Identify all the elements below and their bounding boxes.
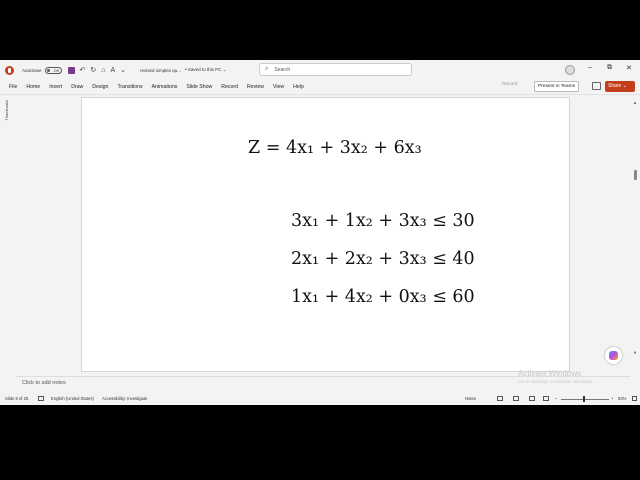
ribbon-divider bbox=[0, 94, 640, 95]
zoom-level[interactable]: 83% bbox=[618, 396, 626, 401]
constraint-3[interactable]: 1x₁ + 4x₂ + 0x₃ ≤ 60 bbox=[291, 287, 475, 307]
scroll-down-icon[interactable]: ▼ bbox=[633, 350, 637, 355]
thumbnails-label: Thumbnails bbox=[4, 100, 9, 121]
spelling-icon[interactable] bbox=[38, 396, 44, 401]
redo-icon[interactable]: ↻ bbox=[90, 66, 96, 74]
zoom-slider-handle[interactable] bbox=[583, 396, 585, 402]
menu-help[interactable]: Help bbox=[293, 84, 304, 90]
save-icon[interactable] bbox=[67, 66, 75, 74]
menu-design[interactable]: Design bbox=[92, 84, 108, 90]
vertical-scrollbar[interactable]: ▲ ▼ bbox=[633, 100, 637, 360]
notes-button[interactable]: Notes bbox=[465, 396, 476, 401]
powerpoint-window: AutoSave Off ↶ ↻ ⌂ A ⌄ revised simplex q… bbox=[0, 60, 640, 405]
scroll-up-icon[interactable]: ▲ bbox=[633, 100, 637, 105]
autosave-toggle[interactable]: Off bbox=[44, 66, 62, 74]
menu-draw[interactable]: Draw bbox=[71, 84, 83, 90]
slide-sorter-icon[interactable] bbox=[513, 396, 519, 401]
menu-record[interactable]: Record bbox=[221, 84, 238, 90]
customize-toolbar-icon[interactable]: ⌄ bbox=[120, 66, 126, 74]
zoom-slider[interactable] bbox=[561, 399, 609, 400]
avatar[interactable] bbox=[565, 65, 575, 75]
minimize-button[interactable]: – bbox=[588, 64, 592, 71]
menu-animations[interactable]: Animations bbox=[152, 84, 178, 90]
status-bar: Slide 8 of 25 English (United States) Ac… bbox=[0, 393, 640, 405]
accessibility-status[interactable]: Accessibility: Investigate bbox=[102, 396, 147, 401]
copilot-icon[interactable] bbox=[605, 347, 622, 364]
slide-counter: Slide 8 of 25 bbox=[5, 396, 29, 401]
search-placeholder: Search bbox=[274, 66, 291, 73]
fit-slide-icon[interactable] bbox=[632, 396, 637, 401]
objective-function[interactable]: Z = 4x₁ + 3x₂ + 6x₃ bbox=[248, 138, 422, 158]
powerpoint-logo-icon bbox=[5, 65, 14, 75]
comment-icon[interactable] bbox=[592, 82, 601, 90]
reading-view-icon[interactable] bbox=[529, 396, 535, 401]
close-button[interactable]: ✕ bbox=[626, 64, 632, 72]
slide-editor: Z = 4x₁ + 3x₂ + 6x₃ 3x₁ + 1x₂ + 3x₃ ≤ 30… bbox=[16, 96, 630, 376]
menu-bar: File Home Insert Draw Design Transitions… bbox=[0, 80, 640, 94]
zoom-out-icon[interactable]: – bbox=[555, 396, 557, 401]
search-box[interactable]: ⌕ Search bbox=[259, 63, 412, 76]
undo-icon[interactable]: ↶ bbox=[80, 66, 86, 74]
zoom-in-icon[interactable]: + bbox=[611, 396, 613, 401]
activate-windows-subtitle: Go to Settings to activate Windows. bbox=[518, 380, 594, 385]
activate-windows-title: Activate Windows bbox=[518, 369, 582, 378]
slide-canvas[interactable]: Z = 4x₁ + 3x₂ + 6x₃ 3x₁ + 1x₂ + 3x₃ ≤ 30… bbox=[81, 97, 570, 372]
thumbnails-pane[interactable]: Thumbnails bbox=[0, 96, 16, 376]
search-icon: ⌕ bbox=[265, 66, 269, 72]
menu-transitions[interactable]: Transitions bbox=[117, 84, 142, 90]
scroll-thumb[interactable] bbox=[634, 170, 637, 180]
constraint-2[interactable]: 2x₁ + 2x₂ + 3x₃ ≤ 40 bbox=[291, 249, 475, 269]
autosave-label: AutoSave bbox=[22, 67, 42, 73]
menu-file[interactable]: File bbox=[9, 84, 17, 90]
present-from-start-icon[interactable]: ⌂ bbox=[101, 67, 105, 74]
language-indicator[interactable]: English (United States) bbox=[51, 396, 94, 401]
maximize-button[interactable]: ⧉ bbox=[607, 64, 612, 72]
normal-view-icon[interactable] bbox=[497, 396, 503, 401]
share-button[interactable]: Share ⌄ bbox=[605, 81, 635, 92]
menu-slide-show[interactable]: Slide Show bbox=[186, 84, 212, 90]
menu-review[interactable]: Review bbox=[247, 84, 264, 90]
title-bar: AutoSave Off ↶ ↻ ⌂ A ⌄ revised simplex q… bbox=[0, 60, 640, 80]
record-button[interactable]: Record bbox=[502, 82, 517, 87]
menu-view[interactable]: View bbox=[273, 84, 284, 90]
file-name[interactable]: revised simplex qu... bbox=[140, 68, 181, 73]
font-color-icon[interactable]: A bbox=[111, 67, 116, 74]
present-in-teams-button[interactable]: Present in Teams bbox=[534, 81, 579, 92]
menu-insert[interactable]: Insert bbox=[49, 84, 62, 90]
constraint-1[interactable]: 3x₁ + 1x₂ + 3x₃ ≤ 30 bbox=[291, 211, 475, 231]
saved-status[interactable]: • Saved to this PC ⌄ bbox=[185, 67, 226, 73]
slideshow-view-icon[interactable] bbox=[543, 396, 549, 401]
notes-placeholder[interactable]: Click to add notes bbox=[22, 380, 66, 386]
menu-home[interactable]: Home bbox=[26, 84, 40, 90]
